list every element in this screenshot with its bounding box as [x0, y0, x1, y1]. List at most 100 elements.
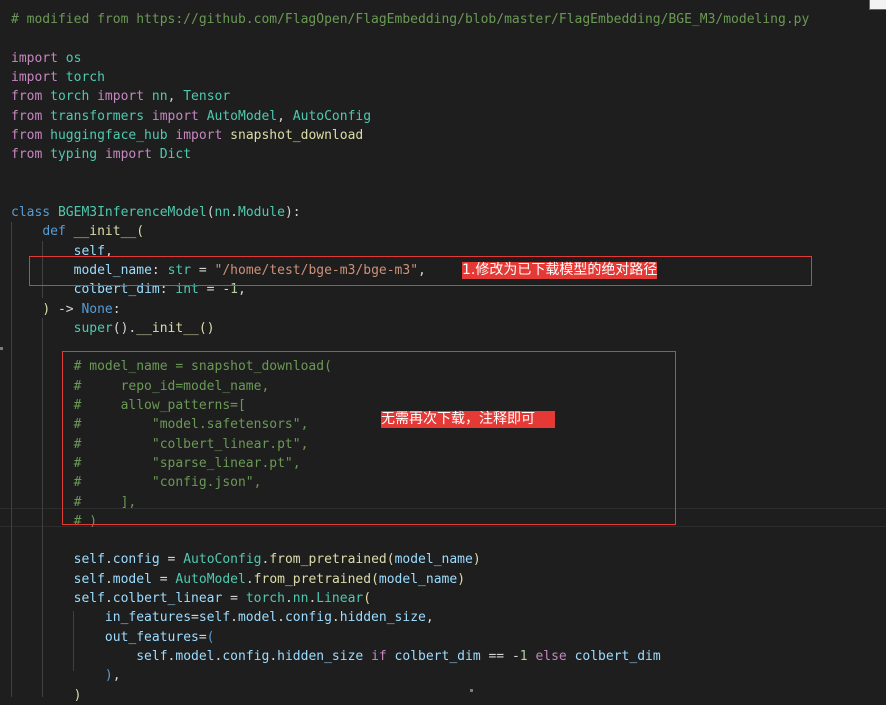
code-token: ( [371, 571, 379, 587]
code-token: AutoModel [206, 108, 278, 124]
code-token: import [175, 127, 223, 143]
code-token: hidden_size [339, 610, 426, 626]
code-line[interactable]: ) [11, 686, 82, 705]
code-token: ) [104, 668, 113, 684]
code-token: model [175, 648, 215, 664]
code-token: def [42, 224, 66, 240]
annotation-note-model-path: 1.修改为已下载模型的绝对路径 [462, 262, 658, 279]
code-token: torch [50, 89, 90, 105]
code-line[interactable]: from typing import Dict [11, 145, 191, 164]
code-token: = [151, 571, 176, 587]
code-token: os [65, 50, 82, 66]
fold-marker [470, 689, 473, 692]
code-line[interactable]: super().__init__() [11, 319, 215, 338]
code-token: config [112, 552, 160, 568]
code-token: from_pretrained [253, 571, 372, 587]
code-token: . [230, 205, 238, 220]
code-line[interactable]: self.model = AutoModel.from_pretrained(m… [11, 570, 465, 589]
code-token: , [425, 610, 434, 626]
code-token: , [277, 108, 293, 124]
code-line[interactable]: out_features=( [11, 628, 215, 647]
code-token: from [11, 147, 43, 163]
code-token: else [535, 648, 567, 664]
code-line[interactable]: self.colbert_linear = torch.nn.Linear( [11, 589, 371, 608]
code-line[interactable]: import torch [11, 68, 105, 87]
code-token: . [104, 591, 113, 606]
code-token: from [11, 127, 43, 143]
fold-marker [0, 347, 3, 350]
code-token: self [73, 552, 105, 568]
code-token: from [11, 89, 43, 105]
code-token: . [269, 648, 278, 664]
code-token: , [167, 89, 184, 105]
code-token: import [104, 147, 152, 163]
code-token: colbert_dim [394, 648, 481, 664]
code-line[interactable]: self.model.config.hidden_size if colbert… [11, 647, 660, 666]
code-line[interactable]: ) -> None: [11, 300, 121, 319]
code-token: huggingface_hub [50, 127, 168, 143]
code-token: import [151, 108, 199, 124]
code-token: self [73, 571, 105, 587]
code-token: BGEM3InferenceModel [57, 205, 207, 220]
code-token: in_features [104, 610, 192, 626]
code-line[interactable]: in_features=self.model.config.hidden_siz… [11, 608, 434, 627]
code-token: , [112, 668, 121, 684]
code-token: nn [214, 205, 231, 220]
code-token: config [284, 610, 332, 626]
code-line[interactable]: import os [11, 49, 81, 68]
code-token: import [97, 89, 145, 105]
code-line[interactable]: class BGEM3InferenceModel(nn.Module): [11, 203, 301, 222]
code-token: model [237, 610, 278, 626]
code-line[interactable]: # modified from https://github.com/FlagO… [11, 10, 809, 29]
code-token: ) [42, 301, 51, 317]
code-token: Dict [159, 147, 192, 163]
code-token: ) [73, 687, 82, 703]
code-line[interactable]: from huggingface_hub import snapshot_dow… [11, 126, 363, 145]
code-token: nn [151, 89, 168, 105]
code-token: (). [112, 320, 137, 336]
code-token: transformers [50, 108, 145, 124]
code-token: ( [206, 205, 215, 220]
code-line[interactable]: from torch import nn, Tensor [11, 87, 230, 106]
code-token: = [198, 629, 207, 645]
code-token: Tensor [183, 89, 231, 105]
code-token: self [73, 591, 105, 606]
code-token: __init__ [136, 320, 199, 336]
code-token: : [112, 301, 121, 317]
code-token: AutoConfig [183, 552, 262, 568]
code-token: = [159, 552, 184, 568]
code-line[interactable]: def __init__( [11, 222, 144, 241]
code-line[interactable]: self.config = AutoConfig.from_pretrained… [11, 550, 481, 569]
code-token: model_name [378, 571, 458, 587]
code-token: . [331, 610, 340, 626]
code-line[interactable]: ), [11, 666, 121, 685]
annotation-box-model-path [29, 256, 812, 286]
code-token: ( [206, 629, 215, 645]
code-editor[interactable]: # modified from https://github.com/FlagO… [0, 0, 886, 703]
code-token: . [104, 552, 113, 568]
code-token: 1 [519, 648, 528, 664]
code-token: AutoConfig [292, 108, 372, 124]
code-token: __init__ [73, 224, 137, 240]
code-token: == - [480, 648, 520, 664]
code-line[interactable]: from transformers import AutoModel, Auto… [11, 107, 371, 126]
code-token: ) [472, 552, 481, 568]
code-token: ) [457, 571, 466, 587]
